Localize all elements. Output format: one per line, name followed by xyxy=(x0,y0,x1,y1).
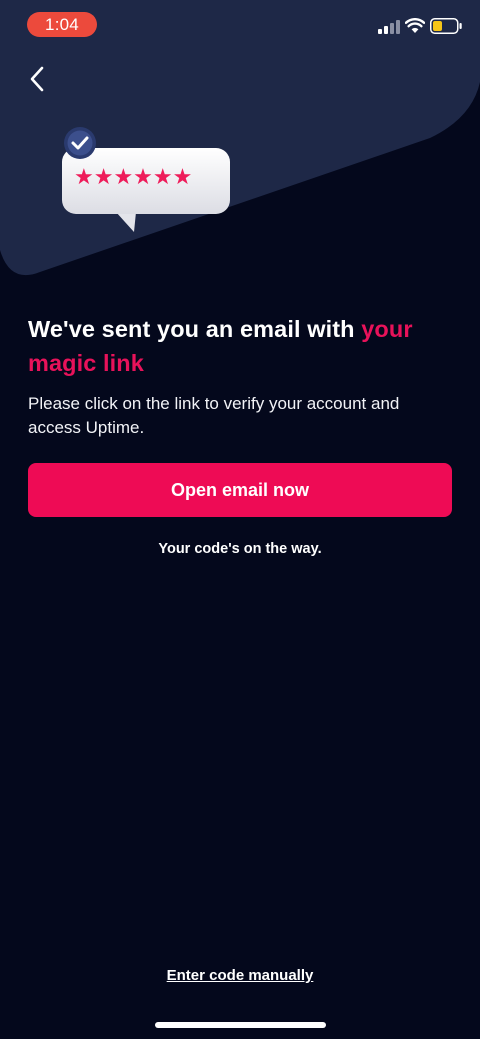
chevron-left-icon xyxy=(30,66,44,92)
code-status-text: Your code's on the way. xyxy=(158,541,322,557)
battery-icon xyxy=(430,18,462,34)
message-content: We've sent you an email with your magic … xyxy=(28,312,452,440)
signal-icon xyxy=(378,20,400,34)
wifi-icon xyxy=(405,18,425,33)
headline: We've sent you an email with your magic … xyxy=(28,312,452,380)
home-indicator[interactable] xyxy=(155,1022,326,1028)
instruction-text: Please click on the link to verify your … xyxy=(28,394,400,437)
back-button[interactable] xyxy=(20,62,54,96)
speech-bubble-password-icon: ★★★★★★ xyxy=(62,127,230,232)
enter-code-manually-link[interactable]: Enter code manually xyxy=(0,967,480,984)
open-email-button[interactable]: Open email now xyxy=(28,463,452,517)
headline-main: We've sent you an email with xyxy=(28,316,362,342)
status-time: 1:04 xyxy=(27,12,97,37)
email-sent-screen: 1:04 ★★★★★★ We've sent you an email with… xyxy=(0,0,480,1039)
svg-text:★★★★★★: ★★★★★★ xyxy=(74,165,192,190)
status-bar: 1:04 xyxy=(0,0,480,48)
